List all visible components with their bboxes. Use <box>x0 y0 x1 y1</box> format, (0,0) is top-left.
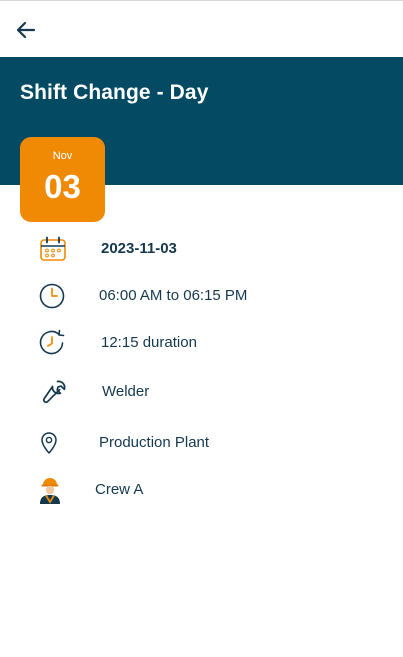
calendar-icon <box>38 234 68 264</box>
arrow-left-icon <box>16 21 36 39</box>
detail-row-role: Welder <box>0 377 403 407</box>
shift-date: 2023-11-03 <box>101 240 177 257</box>
page-title: Shift Change - Day <box>20 81 209 104</box>
worker-avatar-icon <box>35 475 65 505</box>
shift-role: Welder <box>102 383 150 400</box>
shift-crew: Crew A <box>95 481 144 498</box>
back-button[interactable] <box>12 16 40 44</box>
shift-duration: 12:15 duration <box>101 334 197 351</box>
detail-row-duration: 12:15 duration <box>0 328 403 358</box>
detail-row-time: 06:00 AM to 06:15 PM <box>0 281 403 311</box>
date-badge: Nov 03 <box>20 137 105 222</box>
detail-row-date: 2023-11-03 <box>0 234 403 264</box>
date-badge-month: Nov <box>52 150 73 162</box>
wrench-icon <box>39 377 69 407</box>
shift-time-range: 06:00 AM to 06:15 PM <box>99 287 248 304</box>
clock-refresh-icon <box>37 328 67 358</box>
clock-icon <box>37 281 67 311</box>
app-bar <box>0 0 403 57</box>
date-badge-day: 03 <box>44 168 81 205</box>
detail-row-location: Production Plant <box>0 428 403 458</box>
detail-row-crew: Crew A <box>0 475 403 505</box>
shift-location: Production Plant <box>99 434 210 451</box>
map-pin-icon <box>34 428 64 458</box>
